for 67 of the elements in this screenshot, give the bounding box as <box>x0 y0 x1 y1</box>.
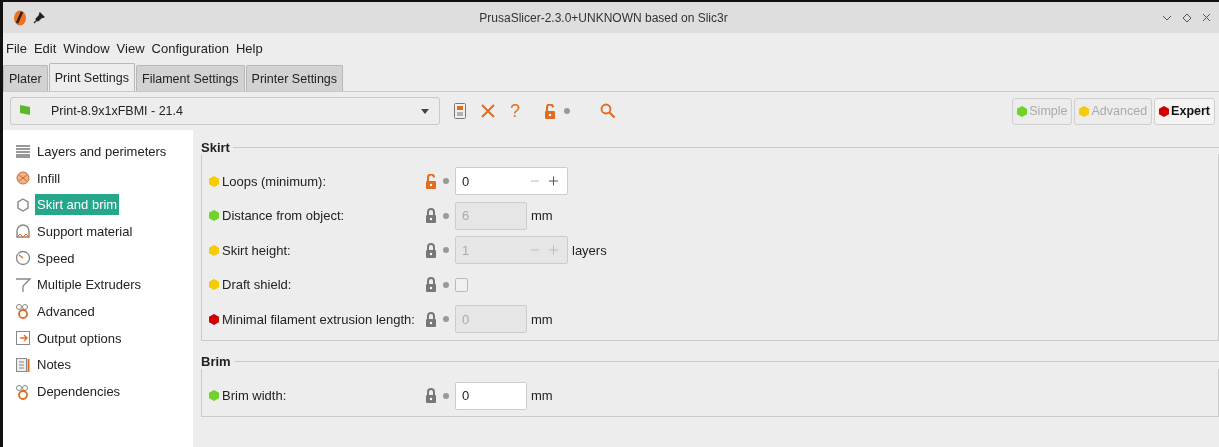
minimize-icon[interactable] <box>1162 13 1172 22</box>
sidebar-item[interactable]: Dependencies <box>15 378 193 405</box>
tab[interactable]: Plater <box>3 65 48 91</box>
option-label: Brim width: <box>222 388 287 404</box>
option-label: Loops (minimum): <box>222 173 327 189</box>
sidebar-item[interactable]: Advanced <box>15 298 193 325</box>
app-logo-icon <box>13 9 27 26</box>
menu-item[interactable]: Edit <box>33 41 57 56</box>
infill-icon <box>15 170 31 187</box>
save-icon[interactable] <box>454 103 466 119</box>
layers-icon <box>15 143 31 160</box>
mode-button[interactable]: Expert <box>1154 97 1215 125</box>
search-icon[interactable] <box>600 103 616 119</box>
dot-icon <box>443 392 449 399</box>
rings-icon <box>15 303 31 320</box>
sidebar-item[interactable]: Multiple Extruders <box>15 271 193 299</box>
menu-item[interactable]: Window <box>63 41 110 56</box>
close-icon[interactable] <box>1202 13 1211 22</box>
dot-icon <box>564 108 570 114</box>
unit-label: layers <box>572 242 607 258</box>
unit-label: mm <box>531 311 553 327</box>
dot-icon <box>443 178 449 185</box>
maximize-icon[interactable] <box>1182 12 1192 23</box>
sidebar-item[interactable]: Notes <box>15 351 193 379</box>
sidebar-item[interactable]: Infill <box>15 164 193 192</box>
rings-icon <box>15 383 31 400</box>
hexagon-icon <box>15 196 31 213</box>
menu-item[interactable]: View <box>116 41 145 56</box>
spin-field[interactable]: 0 <box>455 167 568 196</box>
window-title: PrusaSlicer-2.3.0+UNKNOWN based on Slic3r <box>479 10 728 25</box>
dot-icon <box>443 247 449 254</box>
menu-item[interactable]: Help <box>235 41 263 56</box>
group-title: Brim <box>201 354 232 369</box>
tab[interactable]: Print Settings <box>48 63 135 91</box>
export-icon <box>15 330 31 347</box>
unit-label: mm <box>531 208 553 224</box>
sidebar-item[interactable]: Speed <box>15 244 193 272</box>
clock-icon <box>15 250 31 267</box>
menu-item[interactable]: File <box>6 41 27 56</box>
funnel-icon <box>15 276 31 293</box>
delete-icon[interactable] <box>480 103 496 119</box>
stepper-icon[interactable] <box>531 176 561 187</box>
dot-icon <box>443 281 449 288</box>
sidebar-item[interactable]: Layers and perimeters <box>15 138 193 165</box>
dot-icon <box>443 212 449 219</box>
option-label: Distance from object: <box>222 208 345 224</box>
support-icon <box>15 223 31 240</box>
flag-icon <box>19 104 31 118</box>
unlocked-lock-icon[interactable] <box>544 103 556 119</box>
unit-label: mm <box>531 388 553 404</box>
notes-icon <box>15 356 31 373</box>
sidebar-item[interactable]: Output options <box>15 324 193 352</box>
unlocked-lock-icon[interactable] <box>425 173 437 189</box>
pin-icon[interactable] <box>33 11 45 24</box>
option-label: Minimal filament extrusion length: <box>222 311 415 327</box>
input-field[interactable]: 0 <box>455 381 527 410</box>
tab[interactable]: Filament Settings <box>136 65 245 91</box>
tab[interactable]: Printer Settings <box>245 65 344 91</box>
group-title: Skirt <box>201 139 231 155</box>
option-label: Draft shield: <box>222 277 292 293</box>
sidebar-item[interactable]: Support material <box>15 218 193 245</box>
preset-dropdown[interactable]: Print-8.9x1xFBMI - 21.4 <box>10 97 440 125</box>
dot-icon <box>443 316 449 323</box>
option-label: Skirt height: <box>222 242 291 258</box>
menu-item[interactable]: Configuration <box>151 41 229 56</box>
locked-lock-icon[interactable] <box>425 388 437 404</box>
caret-icon <box>421 108 429 114</box>
